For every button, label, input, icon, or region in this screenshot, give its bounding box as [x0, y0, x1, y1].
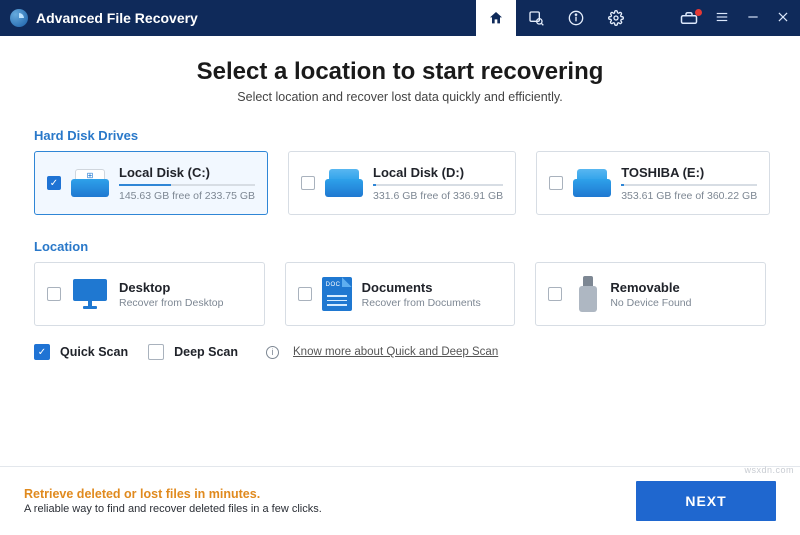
location-subtitle: No Device Found [610, 297, 753, 309]
deep-scan-checkbox[interactable] [148, 344, 164, 360]
deep-scan-label: Deep Scan [174, 345, 238, 359]
close-button[interactable] [776, 10, 790, 27]
desktop-icon [71, 279, 109, 309]
locations-row: Desktop Recover from Desktop DOC Documen… [34, 262, 766, 326]
menu-button[interactable] [714, 10, 730, 27]
tab-preview[interactable] [516, 0, 556, 36]
drive-usage-bar [373, 184, 503, 186]
scan-info-link[interactable]: Know more about Quick and Deep Scan [293, 346, 498, 358]
document-icon: DOC [322, 277, 352, 311]
location-title: Desktop [119, 280, 252, 295]
drive-checkbox[interactable]: ✓ [47, 176, 61, 190]
app-logo-icon [10, 9, 28, 27]
section-drives-label: Hard Disk Drives [34, 128, 766, 143]
drive-card-e[interactable]: TOSHIBA (E:) 353.61 GB free of 360.22 GB [536, 151, 770, 215]
drive-title: Local Disk (D:) [373, 165, 503, 180]
gear-icon [608, 10, 624, 26]
drive-checkbox[interactable] [549, 176, 563, 190]
footer: Retrieve deleted or lost files in minute… [0, 466, 800, 535]
minimize-button[interactable] [746, 10, 760, 27]
drive-icon: ⊞ [71, 169, 109, 197]
footer-title: Retrieve deleted or lost files in minute… [24, 487, 636, 501]
location-checkbox[interactable] [298, 287, 312, 301]
location-title: Removable [610, 280, 753, 295]
drive-icon [325, 169, 363, 197]
usb-icon [576, 276, 600, 312]
quick-scan-checkbox[interactable]: ✓ [34, 344, 50, 360]
section-location-label: Location [34, 239, 766, 254]
drive-usage-bar [621, 184, 757, 186]
tab-settings[interactable] [596, 0, 636, 36]
drive-card-d[interactable]: Local Disk (D:) 331.6 GB free of 336.91 … [288, 151, 516, 215]
location-subtitle: Recover from Documents [362, 297, 503, 309]
location-title: Documents [362, 280, 503, 295]
main-content: Select a location to start recovering Se… [0, 36, 800, 466]
hamburger-icon [714, 10, 730, 24]
drive-subtitle: 331.6 GB free of 336.91 GB [373, 190, 503, 202]
nav-tabs [476, 0, 636, 36]
watermark: wsxdn.com [744, 465, 794, 475]
info-icon: i [266, 346, 279, 359]
next-button[interactable]: NEXT [636, 481, 776, 521]
page-subheading: Select location and recover lost data qu… [34, 90, 766, 104]
drive-title: Local Disk (C:) [119, 165, 255, 180]
page-heading: Select a location to start recovering [34, 58, 766, 86]
app-title: Advanced File Recovery [36, 10, 198, 26]
location-checkbox[interactable] [47, 287, 61, 301]
tab-info[interactable] [556, 0, 596, 36]
location-checkbox[interactable] [548, 287, 562, 301]
drive-checkbox[interactable] [301, 176, 315, 190]
drive-subtitle: 145.63 GB free of 233.75 GB [119, 190, 255, 202]
quick-scan-label: Quick Scan [60, 345, 128, 359]
tab-home[interactable] [476, 0, 516, 36]
window-controls [680, 10, 790, 27]
location-card-documents[interactable]: DOC Documents Recover from Documents [285, 262, 516, 326]
home-icon [488, 10, 504, 26]
search-list-icon [528, 10, 544, 26]
info-icon [568, 10, 584, 26]
drives-row: ✓ ⊞ Local Disk (C:) 145.63 GB free of 23… [34, 151, 766, 215]
drive-usage-bar [119, 184, 255, 186]
footer-subtitle: A reliable way to find and recover delet… [24, 503, 636, 515]
notification-dot-icon [695, 9, 702, 16]
location-card-desktop[interactable]: Desktop Recover from Desktop [34, 262, 265, 326]
app-window: Advanced File Recovery [0, 0, 800, 535]
drive-subtitle: 353.61 GB free of 360.22 GB [621, 190, 757, 202]
location-subtitle: Recover from Desktop [119, 297, 252, 309]
minimize-icon [746, 10, 760, 24]
drive-icon [573, 169, 611, 197]
close-icon [776, 10, 790, 24]
scan-options: ✓ Quick Scan Deep Scan i Know more about… [34, 344, 766, 360]
location-card-removable[interactable]: Removable No Device Found [535, 262, 766, 326]
toolbox-button[interactable] [680, 11, 698, 25]
drive-card-c[interactable]: ✓ ⊞ Local Disk (C:) 145.63 GB free of 23… [34, 151, 268, 215]
titlebar: Advanced File Recovery [0, 0, 800, 36]
drive-title: TOSHIBA (E:) [621, 165, 757, 180]
